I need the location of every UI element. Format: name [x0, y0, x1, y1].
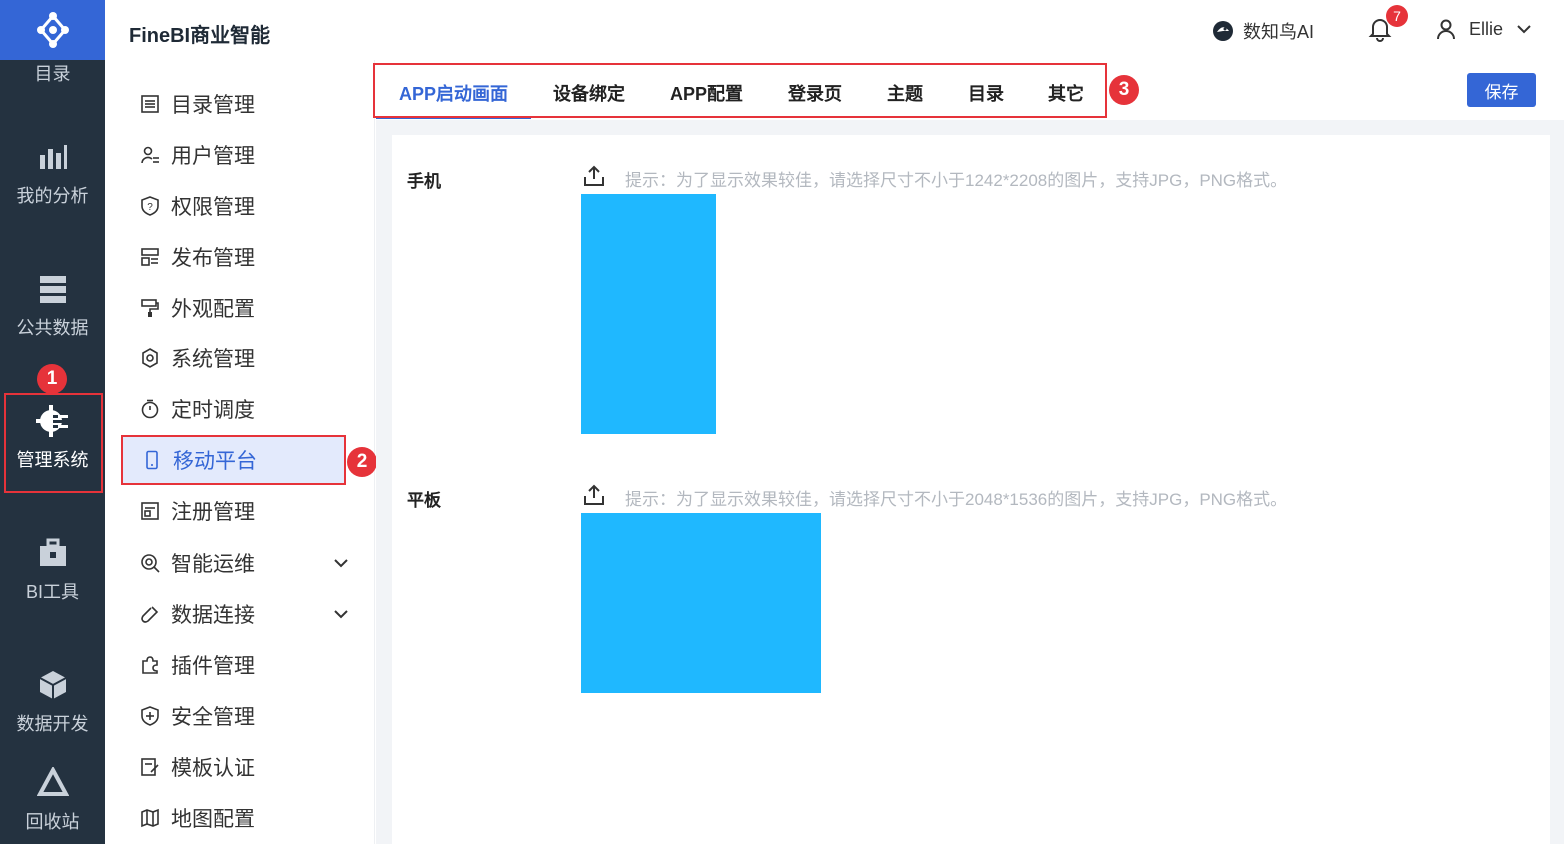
- mobile-icon: [141, 449, 163, 471]
- chevron-down-icon[interactable]: [332, 554, 350, 572]
- shield-plus-icon: [139, 705, 161, 727]
- menu-item-plugins[interactable]: 插件管理: [121, 640, 346, 690]
- menu-item-template-cert[interactable]: 模板认证: [121, 742, 346, 792]
- link-icon: [139, 603, 161, 625]
- menu-item-publish[interactable]: 发布管理: [121, 232, 346, 282]
- menu-item-map-config[interactable]: 地图配置: [121, 793, 346, 843]
- admin-menu: 目录管理 用户管理 ? 权限管理 发布管理 外观配置 系统管理 定时调度 移动平…: [105, 60, 375, 844]
- menu-item-label: 地图配置: [171, 808, 255, 831]
- shield-icon: ?: [139, 195, 161, 217]
- upload-icon[interactable]: [583, 484, 605, 506]
- notification-badge: 7: [1386, 5, 1408, 27]
- upload-icon[interactable]: [583, 165, 605, 187]
- annotation-badge-1: 1: [37, 364, 67, 394]
- highlight-box-tabs: [373, 63, 1107, 118]
- rail-item-label: 我的分析: [16, 186, 89, 206]
- menu-item-label: 插件管理: [171, 655, 255, 678]
- rail-item-label: 数据开发: [16, 714, 89, 734]
- user-list-icon: [139, 144, 161, 166]
- menu-item-label: 模板认证: [171, 757, 255, 780]
- rail-item-data-dev[interactable]: 数据开发: [0, 668, 105, 736]
- recycle-icon: [36, 766, 70, 800]
- user-menu[interactable]: Ellie: [1435, 18, 1533, 40]
- ops-icon: [139, 552, 161, 574]
- rail-item-bi-tools[interactable]: BI工具: [0, 536, 105, 604]
- menu-item-label: 目录管理: [171, 94, 255, 117]
- menu-item-register[interactable]: 注册管理: [121, 486, 346, 536]
- rail-item-recycle[interactable]: 回收站: [0, 766, 105, 834]
- menu-item-label: 定时调度: [171, 399, 255, 422]
- rail-item-public-data[interactable]: 公共数据: [0, 272, 105, 340]
- tablet-label: 平板: [407, 491, 441, 510]
- tablet-hint: 提示：为了显示效果较佳，请选择尺寸不小于2048*1536的图片，支持JPG，P…: [625, 490, 1288, 509]
- public-data-icon: [36, 272, 70, 306]
- menu-item-label: 系统管理: [171, 348, 255, 371]
- rail-item-label: 公共数据: [16, 318, 89, 338]
- rail-item-my-analysis[interactable]: 我的分析: [0, 140, 105, 208]
- paint-roller-icon: [139, 297, 161, 319]
- menu-item-system[interactable]: 系统管理: [121, 333, 346, 383]
- brand-title: FineBI商业智能: [129, 25, 271, 47]
- chevron-down-icon: [1517, 25, 1531, 34]
- menu-item-smart-ops[interactable]: 智能运维: [121, 538, 348, 588]
- user-name: Ellie: [1469, 18, 1504, 39]
- analysis-icon: [36, 140, 70, 174]
- menu-item-label: 权限管理: [171, 196, 255, 219]
- svg-text:?: ?: [147, 202, 153, 213]
- menu-item-data-connection[interactable]: 数据连接: [121, 589, 348, 639]
- certify-icon: [139, 756, 161, 778]
- menu-item-label: 智能运维: [171, 553, 255, 576]
- annotation-badge-2: 2: [347, 447, 377, 477]
- phone-hint: 提示：为了显示效果较佳，请选择尺寸不小于1242*2208的图片，支持JPG，P…: [625, 171, 1288, 190]
- top-header: FineBI商业智能 数知鸟AI 7 Ellie: [105, 0, 1564, 60]
- ai-assistant-button[interactable]: 数知鸟AI: [1211, 18, 1314, 44]
- annotation-badge-3: 3: [1109, 75, 1139, 105]
- menu-item-label: 发布管理: [171, 247, 255, 270]
- menu-item-label: 数据连接: [171, 604, 255, 627]
- menu-item-label: 用户管理: [171, 145, 255, 168]
- user-icon: [1437, 19, 1455, 40]
- menu-item-label: 注册管理: [171, 501, 255, 524]
- logo-icon: [36, 12, 69, 48]
- menu-item-appearance[interactable]: 外观配置: [121, 283, 346, 333]
- register-icon: [139, 500, 161, 522]
- app-rail: 目录 我的分析 公共数据 管理系统 BI工具 数据开发 回收站: [0, 0, 105, 844]
- cube-icon: [36, 668, 70, 702]
- menu-item-schedule[interactable]: 定时调度: [121, 384, 346, 434]
- publish-icon: [139, 246, 161, 268]
- map-icon: [139, 807, 161, 829]
- gear-icon: [139, 347, 161, 369]
- menu-item-security[interactable]: 安全管理: [121, 691, 346, 741]
- menu-item-catalog-mgmt[interactable]: 目录管理: [121, 79, 346, 129]
- stopwatch-icon: [139, 398, 161, 420]
- menu-item-user-mgmt[interactable]: 用户管理: [121, 130, 346, 180]
- menu-item-permission[interactable]: ? 权限管理: [121, 181, 346, 231]
- chevron-down-icon[interactable]: [332, 605, 350, 623]
- menu-item-label: 移动平台: [173, 450, 257, 473]
- save-button[interactable]: 保存: [1467, 73, 1536, 107]
- rail-item-catalog[interactable]: 目录: [0, 60, 105, 86]
- ai-bird-icon: [1213, 21, 1233, 41]
- phone-label: 手机: [407, 172, 441, 191]
- highlight-box-rail: [4, 393, 103, 493]
- app-logo[interactable]: [0, 0, 105, 60]
- list-icon: [139, 93, 161, 115]
- toolbox-icon: [36, 536, 70, 570]
- ai-label: 数知鸟AI: [1243, 22, 1315, 42]
- puzzle-icon: [139, 654, 161, 676]
- tablet-splash-preview[interactable]: [581, 513, 821, 693]
- phone-splash-preview[interactable]: [581, 194, 716, 434]
- rail-item-label: BI工具: [25, 582, 79, 602]
- rail-item-label: 回收站: [25, 812, 80, 832]
- menu-item-mobile-platform[interactable]: 移动平台: [121, 435, 346, 485]
- rail-item-label: 目录: [34, 64, 71, 84]
- menu-item-label: 外观配置: [171, 298, 255, 321]
- menu-item-label: 安全管理: [171, 706, 255, 729]
